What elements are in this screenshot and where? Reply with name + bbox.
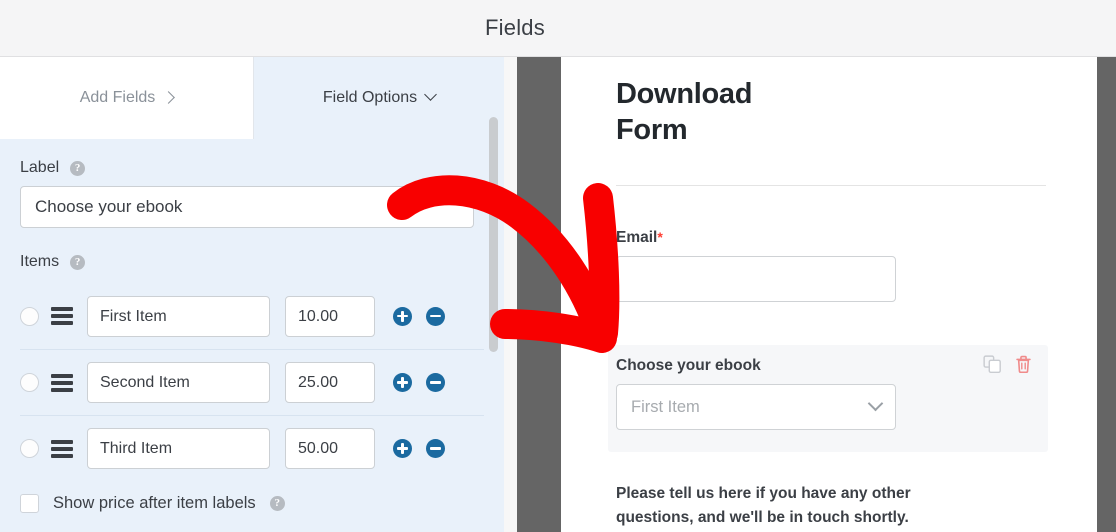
form-title: Download Form [616,76,916,149]
plus-circle-icon[interactable] [393,373,412,392]
items-list: First Item 10.00 Second Item 25.00 Third… [20,283,484,481]
chevron-down-icon [424,87,437,101]
item-radio-icon[interactable] [20,306,39,326]
form-divider [616,185,1046,186]
item-row: Second Item 25.00 [20,349,484,415]
items-section-title: Items [20,253,60,270]
label-field-title: Label [20,159,60,176]
item-row: First Item 10.00 [20,283,484,349]
question-mark-icon[interactable]: ? [70,254,86,270]
preview-dropdown-inner: Choose your ebook First Item [616,357,896,430]
field-options-panel: Add Fields Field Options Label ? Choose … [0,57,504,532]
preview-dropdown-field-active[interactable]: Choose your ebook First Item [608,345,1048,452]
item-row-buttons [393,439,445,458]
item-label-input[interactable]: Third Item [87,428,270,469]
show-price-label: Show price after item labels [53,494,256,512]
label-input[interactable]: Choose your ebook [20,186,474,228]
top-header-bar: Fields [0,0,1116,57]
preview-dropdown-select[interactable]: First Item [616,384,896,430]
item-price-input[interactable]: 25.00 [285,362,375,403]
chevron-right-icon [162,90,176,104]
panel-scrollbar-track[interactable] [489,57,498,532]
item-price-input[interactable]: 10.00 [285,295,375,337]
form-builder-window: Fields Add Fields Field Options Label ? … [0,0,1116,532]
item-label-input[interactable]: First Item [87,295,270,337]
show-price-row: Show price after item labels ? [20,493,484,513]
minus-circle-icon[interactable] [426,439,445,458]
preview-dropdown-label: Choose your ebook [616,357,761,374]
tab-add-fields-label: Add Fields [79,89,156,106]
panel-gap [504,57,517,532]
chevron-down-icon [867,395,884,411]
preview-email-label-text: Email [616,229,658,246]
required-asterisk-icon: * [657,229,663,245]
item-radio-icon[interactable] [20,373,39,392]
drag-handle-icon[interactable] [51,307,73,325]
preview-email-field[interactable]: Email* [616,229,896,302]
item-row-buttons [393,306,445,326]
page-title: Fields [485,15,545,40]
question-mark-icon[interactable]: ? [269,496,285,511]
field-options-body: Label ? Choose your ebook Items ? First … [0,139,504,532]
duplicate-icon[interactable] [983,355,1002,374]
drag-handle-icon[interactable] [51,373,73,392]
item-price-input[interactable]: 50.00 [285,428,375,469]
tab-field-options-label: Field Options [322,89,418,106]
minus-circle-icon[interactable] [426,306,445,326]
minus-circle-icon[interactable] [426,373,445,392]
preview-paragraph-text: Please tell us here if you have any othe… [616,485,911,527]
preview-left-gutter [517,57,561,532]
label-field-header: Label ? [20,139,484,183]
item-radio-icon[interactable] [20,439,39,458]
panel-tabs: Add Fields Field Options [0,57,504,139]
trash-icon[interactable] [1015,355,1032,374]
form-preview-pane: Download Form Email* Choose your ebook F… [561,57,1097,532]
item-label-input[interactable]: Second Item [87,362,270,403]
items-section-header: Items ? [20,242,484,282]
tab-add-fields[interactable]: Add Fields [0,57,254,139]
panel-scrollbar-thumb[interactable] [489,117,498,352]
preview-right-gutter [1097,57,1116,532]
preview-email-label: Email* [616,229,896,247]
field-action-buttons [983,355,1032,374]
item-row-buttons [393,373,445,392]
form-title-line-2: Form [616,114,688,147]
item-row: Third Item 50.00 [20,415,484,481]
drag-handle-icon[interactable] [51,439,73,458]
preview-dropdown-selected-value: First Item [631,397,700,416]
plus-circle-icon[interactable] [393,439,412,458]
tab-field-options[interactable]: Field Options [254,57,504,139]
question-mark-icon[interactable]: ? [70,160,86,176]
show-price-checkbox[interactable] [20,494,39,513]
plus-circle-icon[interactable] [393,306,412,326]
preview-email-input[interactable] [616,256,896,302]
form-title-line-1: Download [616,78,753,110]
